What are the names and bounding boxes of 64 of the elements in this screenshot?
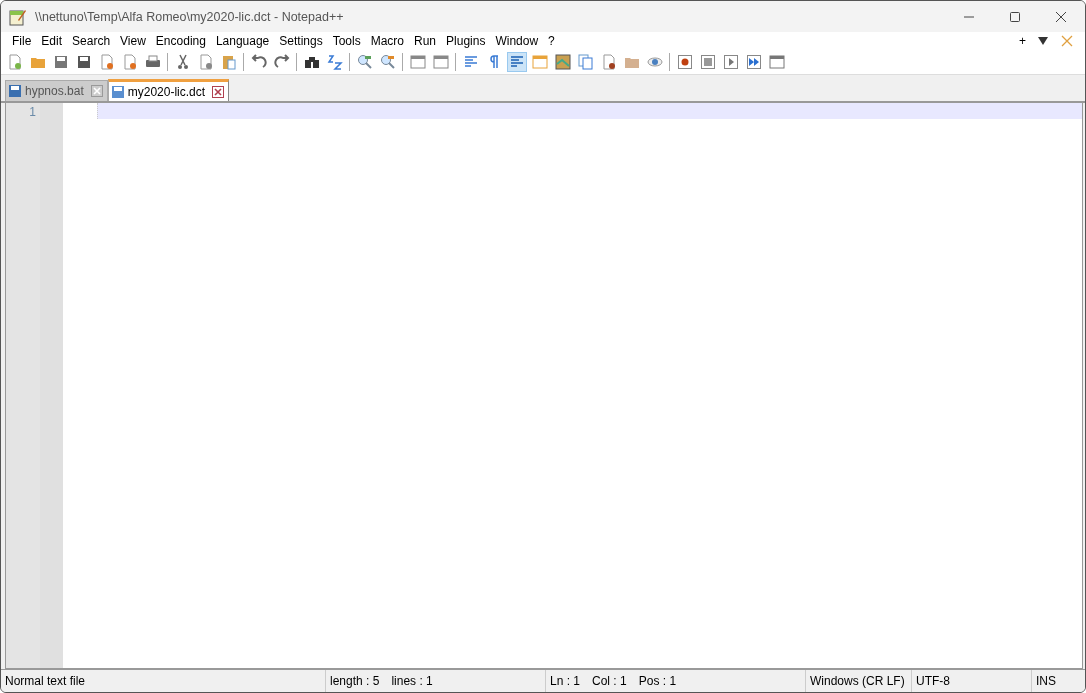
menu-item[interactable]: Search xyxy=(67,34,116,48)
menu-item[interactable]: Plugins xyxy=(441,34,491,48)
zoom-out-icon xyxy=(379,54,396,70)
menu-item[interactable]: Run xyxy=(409,34,442,48)
copy-icon xyxy=(197,54,214,70)
window-button[interactable] xyxy=(430,52,451,72)
fast-forward-icon xyxy=(745,54,762,70)
menu-item[interactable]: Language xyxy=(210,34,275,48)
map-button[interactable] xyxy=(552,52,573,72)
map-icon xyxy=(554,54,571,70)
wrap-icon xyxy=(462,54,479,70)
menu-item[interactable]: Encoding xyxy=(150,34,211,48)
menu-item[interactable]: Tools xyxy=(327,34,366,48)
stop-icon xyxy=(699,54,716,70)
new-file-icon xyxy=(6,54,23,70)
lines-status: lines : 1 xyxy=(391,674,433,688)
new-tab-menu-button[interactable]: + xyxy=(1014,34,1031,48)
file-tab[interactable]: hypnos.bat xyxy=(5,80,108,101)
encoding-status: UTF-8 xyxy=(912,670,1032,692)
close-tab-icon[interactable] xyxy=(90,85,103,97)
window-title: \\nettuno\Temp\Alfa Romeo\my2020-lic.dct - Notepad++ xyxy=(35,9,345,24)
menu-item[interactable]: File xyxy=(7,34,37,48)
close-all-icon xyxy=(121,54,138,70)
indent-guide-button[interactable] xyxy=(506,52,527,72)
zoom-in-icon xyxy=(356,54,373,70)
insert-mode-status: INS xyxy=(1035,673,1057,690)
column-status: Col : 1 xyxy=(592,674,627,688)
print-icon xyxy=(144,54,161,70)
paste-icon xyxy=(220,54,237,70)
record-icon xyxy=(676,54,693,70)
close-file-icon xyxy=(98,54,115,70)
redo-icon xyxy=(273,54,290,70)
window-icon xyxy=(409,54,426,70)
menu-item[interactable]: Window xyxy=(490,34,544,48)
line-number: 1 xyxy=(29,105,36,119)
file-type-status: Normal text file xyxy=(1,670,326,692)
dropdown-icon[interactable] xyxy=(1037,36,1049,46)
maximize-icon[interactable] xyxy=(1009,10,1021,23)
window-icon xyxy=(531,54,548,70)
save-icon xyxy=(52,54,69,70)
save-all-icon xyxy=(75,54,92,70)
menu-item[interactable]: ? xyxy=(543,34,560,48)
notepad-icon xyxy=(9,7,27,26)
line-status: Ln : 1 xyxy=(550,674,581,688)
indent-guide-icon xyxy=(508,54,525,70)
binoculars-icon xyxy=(303,54,320,70)
documents-icon xyxy=(577,54,594,70)
eye-icon xyxy=(646,54,663,70)
menu-item[interactable]: View xyxy=(115,34,151,48)
position-status: Pos : 1 xyxy=(638,674,677,688)
close-icon[interactable] xyxy=(1055,10,1067,23)
window-button[interactable] xyxy=(529,52,550,72)
replace-icon xyxy=(326,54,343,70)
line-ending-status: Windows (CR LF) xyxy=(806,670,912,692)
file-tab[interactable]: my2020-lic.dct xyxy=(107,79,230,101)
close-tab-icon[interactable] xyxy=(212,85,225,98)
menu-item[interactable]: Macro xyxy=(365,34,409,48)
play-icon xyxy=(722,54,739,70)
window-icon xyxy=(432,54,449,70)
length-status: length : 5 xyxy=(330,674,380,688)
menu-item[interactable]: Settings xyxy=(274,34,328,48)
undo-icon xyxy=(250,54,267,70)
menu-item[interactable]: Edit xyxy=(36,34,68,48)
window-button[interactable] xyxy=(407,52,428,72)
